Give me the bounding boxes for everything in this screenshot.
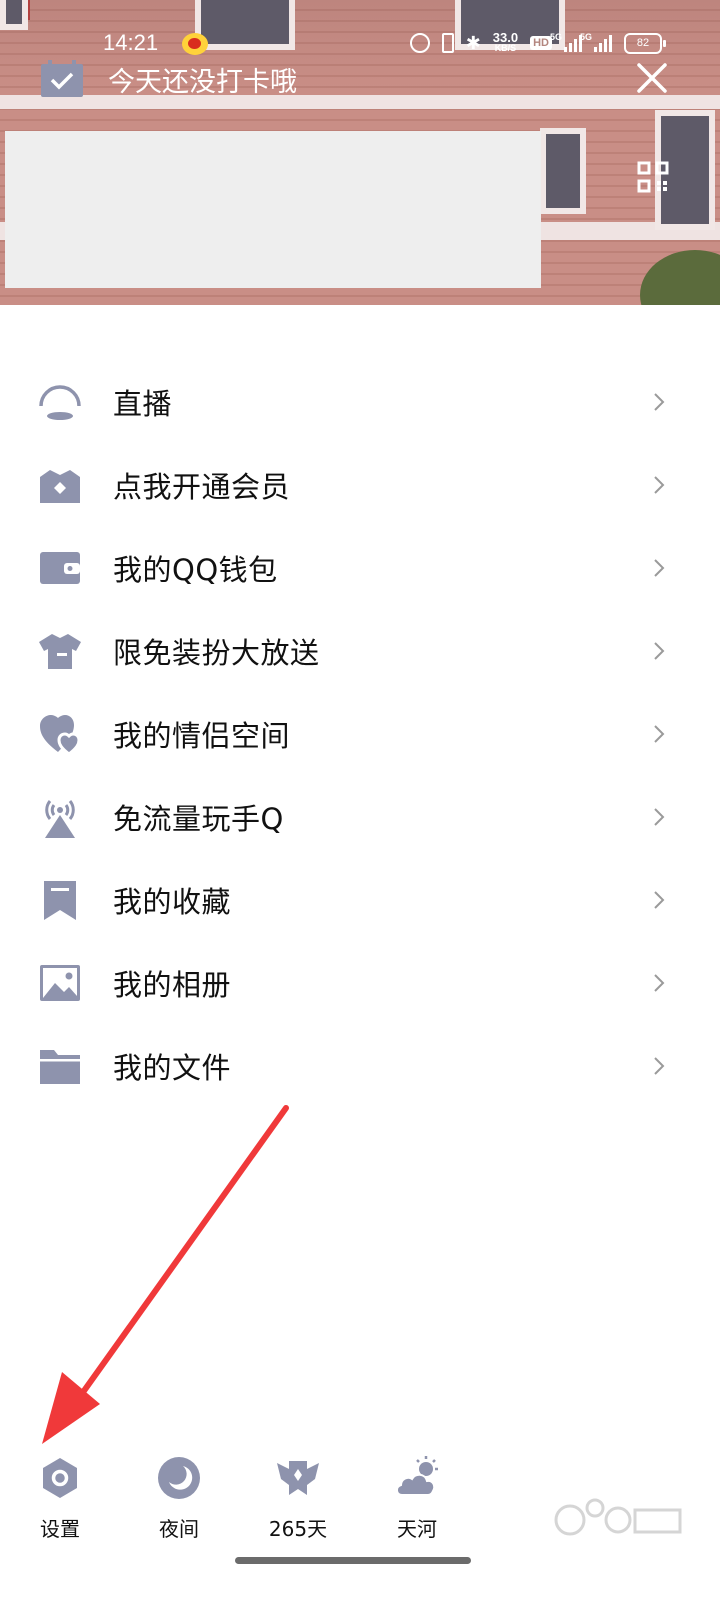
home-indicator[interactable] <box>235 1557 471 1564</box>
signal-icon: 5G <box>580 32 612 52</box>
menu-item-label: 我的收藏 <box>113 884 232 919</box>
chevron-right-icon <box>654 724 665 743</box>
menu-item-label: 直播 <box>113 386 173 421</box>
menu-item-label: 我的相册 <box>113 967 232 1002</box>
chevron-right-icon <box>654 807 665 826</box>
settings-button[interactable]: 设置 <box>15 1455 105 1542</box>
night-mode-button[interactable]: 夜间 <box>134 1455 224 1542</box>
settings-hex-icon <box>43 1458 77 1498</box>
days-label: 265天 <box>268 1517 328 1541</box>
calendar-check-icon[interactable] <box>40 60 84 98</box>
watermark-logo <box>554 1498 682 1536</box>
settings-label: 设置 <box>40 1517 80 1541</box>
hd-badge: HD <box>530 36 552 50</box>
folder-icon <box>40 1049 80 1084</box>
menu-item-vip[interactable]: 点我开通会员 <box>0 443 720 526</box>
qr-code-icon[interactable] <box>637 161 669 193</box>
menu-item-favorites[interactable]: 我的收藏 <box>0 858 720 941</box>
bush <box>640 250 720 305</box>
wallet-icon <box>40 551 80 584</box>
chevron-right-icon <box>654 973 665 992</box>
chevron-right-icon <box>654 558 665 577</box>
battery-icon: 82 <box>624 32 666 54</box>
menu-item-label: 限免装扮大放送 <box>113 635 320 670</box>
menu-item-label: 我的文件 <box>113 1050 232 1085</box>
vibrate-icon <box>441 33 454 53</box>
signal-tag: 5G <box>550 32 563 42</box>
chevron-right-icon <box>654 641 665 660</box>
menu-item-label: 我的QQ钱包 <box>113 552 278 587</box>
network-speed: 33.0 KB/S <box>493 31 518 54</box>
days-badge-button[interactable]: 265天 <box>253 1455 343 1542</box>
bluetooth-icon: ✱ <box>465 33 481 53</box>
checkin-prompt[interactable]: 今天还没打卡哦 <box>108 60 297 99</box>
network-speed-unit: KB/S <box>494 43 517 53</box>
status-time: 14:21 <box>103 30 159 55</box>
winged-badge-icon <box>277 1461 319 1495</box>
weibo-notification-icon <box>182 33 208 55</box>
cloud-sun-icon <box>396 1456 438 1496</box>
signal-tower-icon <box>45 799 75 838</box>
bookmark-icon <box>44 880 76 920</box>
menu-item-live[interactable]: 直播 <box>0 360 720 443</box>
live-icon <box>39 384 81 420</box>
hearts-icon <box>40 714 81 756</box>
night-mode-label: 夜间 <box>159 1517 199 1541</box>
weather-label: 天河 <box>397 1517 437 1541</box>
vip-crown-icon <box>40 469 80 503</box>
menu-item-label: 点我开通会员 <box>113 469 291 504</box>
menu-item-wallet[interactable]: 我的QQ钱包 <box>0 526 720 609</box>
chevron-right-icon <box>654 890 665 909</box>
menu-item-label: 免流量玩手Q <box>113 801 284 836</box>
drawer-menu: 直播 点我开通会员 我的QQ钱包 限免装扮大放送 我的情侣空间 免流量玩手Q 我… <box>0 360 720 1107</box>
menu-item-files[interactable]: 我的文件 <box>0 1024 720 1107</box>
profile-info-redacted[interactable] <box>5 131 541 288</box>
menu-item-free-data[interactable]: 免流量玩手Q <box>0 775 720 858</box>
tshirt-icon <box>39 633 81 669</box>
photo-icon <box>40 964 80 1001</box>
status-bar: 14:21 ✱ 33.0 KB/S HD 5G 5G 82 <box>0 28 720 64</box>
weather-button[interactable]: 天河 <box>372 1455 462 1542</box>
profile-header-background: 14:21 ✱ 33.0 KB/S HD 5G 5G 82 今天还没打卡哦 <box>0 0 720 305</box>
chevron-right-icon <box>654 392 665 411</box>
menu-item-label: 我的情侣空间 <box>113 718 291 753</box>
alarm-icon <box>409 33 430 53</box>
menu-item-dressup[interactable]: 限免装扮大放送 <box>0 609 720 692</box>
status-icons: ✱ 33.0 KB/S HD 5G 5G 82 <box>409 31 666 54</box>
close-icon[interactable] <box>632 58 672 98</box>
building-window <box>540 128 586 214</box>
chevron-right-icon <box>654 1056 665 1075</box>
menu-item-album[interactable]: 我的相册 <box>0 941 720 1024</box>
chevron-right-icon <box>654 475 665 494</box>
building-window <box>0 0 28 30</box>
menu-item-couple-space[interactable]: 我的情侣空间 <box>0 692 720 775</box>
signal-tag: 5G <box>580 32 593 42</box>
moon-icon <box>158 1457 200 1499</box>
